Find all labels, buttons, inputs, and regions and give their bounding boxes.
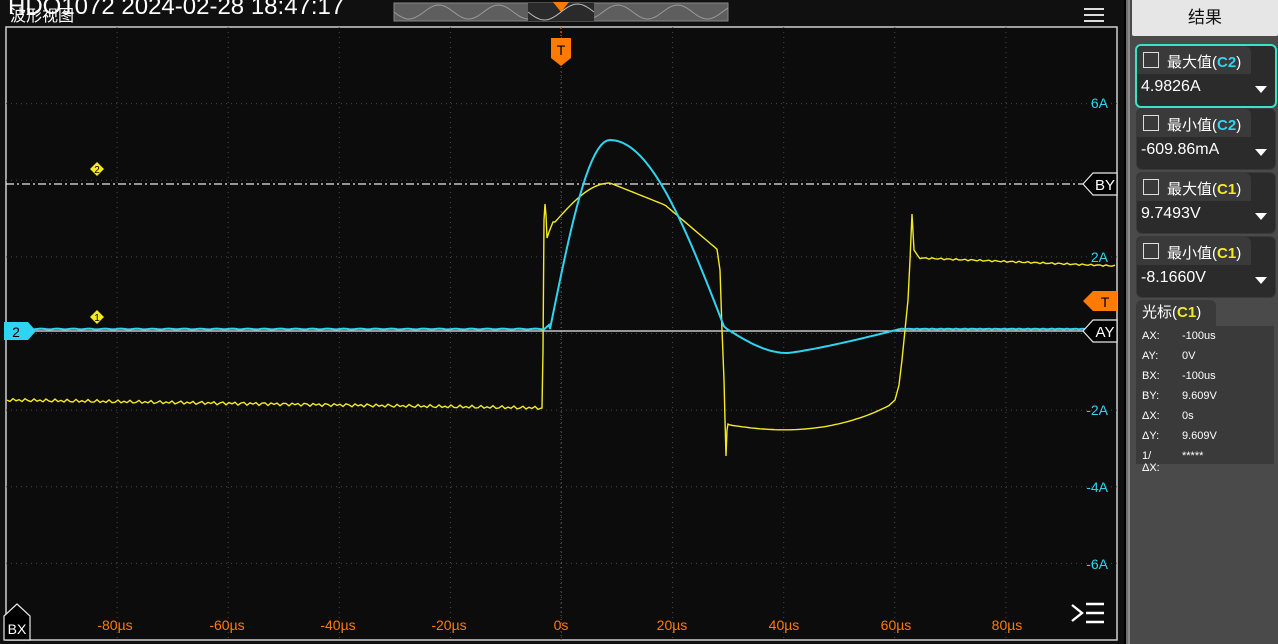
cursor-row-key: AX: — [1142, 330, 1160, 342]
svg-text:AY: AY — [1096, 324, 1115, 341]
measurement-name: 最小值(C2) — [1167, 117, 1242, 134]
x-tick-label: 80µs — [992, 617, 1023, 633]
cursor-row-value: 0s — [1182, 410, 1194, 422]
menu-icon[interactable] — [1084, 8, 1104, 22]
chevron-down-icon[interactable] — [1255, 277, 1267, 284]
x-tick-label: 40µs — [769, 617, 800, 633]
ch2-reference-label: 2 — [94, 165, 100, 176]
cursor-row-value: 9.609V — [1182, 430, 1217, 442]
pulse-icon — [1143, 179, 1159, 195]
cursor-row-key: BY: — [1142, 390, 1160, 402]
x-tick-label: 60µs — [881, 617, 912, 633]
trigger-time-label: T — [557, 42, 566, 58]
cursor-row-value: 9.609V — [1182, 390, 1217, 402]
pulse-icon — [1143, 243, 1159, 259]
results-title: 结果 — [1132, 0, 1278, 36]
measurement-name: 最大值(C1) — [1167, 181, 1242, 198]
cursor-row-key: BX: — [1142, 370, 1160, 382]
cursor-readout[interactable]: 光标(C1) AX: -100us AY: 0V BX: -100us BY: 9.609V Δ… — [1136, 300, 1274, 474]
cursor-row-value: 0V — [1182, 350, 1196, 362]
chevron-down-icon[interactable] — [1255, 86, 1267, 93]
measurement-value: -609.86mA — [1141, 141, 1220, 158]
measurement-item[interactable]: 最大值(C2) 4.9826A — [1135, 44, 1277, 108]
y-tick-label: 2A — [1091, 249, 1109, 265]
chevron-down-icon[interactable] — [1255, 149, 1267, 156]
measurement-item[interactable]: 最小值(C1) -8.1660V — [1136, 236, 1276, 298]
x-tick-label: -40µs — [320, 617, 355, 633]
measurement-item[interactable]: 最大值(C1) 9.7493V — [1136, 172, 1276, 234]
cursor-row-key: 1/ΔX: — [1142, 450, 1160, 474]
measurement-value: 9.7493V — [1141, 205, 1201, 222]
measurement-value: -8.1660V — [1141, 269, 1206, 286]
x-tick-label: -20µs — [431, 617, 466, 633]
svg-text:T: T — [1101, 294, 1110, 310]
view-label: 波形视图 — [10, 8, 75, 25]
y-tick-label: -4A — [1086, 479, 1108, 495]
cursor-readout-title: 光标(C1) — [1136, 300, 1216, 326]
results-panel: 结果 最大值(C2) 4.9826A 最小值(C2) -609.86mA 最大值(C1)… — [1126, 0, 1278, 644]
x-tick-label: -80µs — [97, 617, 132, 633]
measurement-item[interactable]: 最小值(C2) -609.86mA — [1136, 108, 1276, 170]
x-tick-label: 20µs — [657, 617, 688, 633]
cursor-row-value: ***** — [1182, 450, 1204, 462]
y-tick-label: -2A — [1086, 402, 1108, 418]
measurement-name: 最大值(C2) — [1167, 54, 1242, 71]
ch1-reference-label: 1 — [94, 313, 100, 324]
cursor-row-key: AY: — [1142, 350, 1159, 362]
x-tick-label: 0s — [554, 617, 569, 633]
y-tick-label: 6A — [1091, 95, 1109, 111]
waveform-view[interactable]: T 2 1 2 BY T AY 6A 2A -2A -4A -6A -80µs … — [0, 0, 1124, 644]
waveform-display[interactable]: T 2 1 2 BY T AY 6A2A-2A-4A-6A -80µs -60µ… — [0, 0, 1124, 644]
cursor-row-value: -100us — [1182, 330, 1216, 342]
measurement-name: 最小值(C1) — [1167, 245, 1242, 262]
ch2-offset-label: 2 — [12, 324, 20, 340]
y-tick-label: -6A — [1086, 556, 1108, 572]
svg-text:BY: BY — [1095, 177, 1115, 194]
pulse-icon — [1143, 52, 1159, 68]
chevron-down-icon[interactable] — [1255, 213, 1267, 220]
x-axis-labels: -80µs -60µs -40µs -20µs 0s 20µs 40µs 60µs 80µs — [97, 617, 1022, 633]
x-tick-label: -60µs — [209, 617, 244, 633]
measurement-value: 4.9826A — [1141, 78, 1201, 95]
cursor-row-key: ΔX: — [1142, 410, 1160, 422]
pulse-icon — [1143, 115, 1159, 131]
svg-text:BX: BX — [8, 621, 27, 637]
cursor-row-key: ΔY: — [1142, 430, 1160, 442]
cursor-row-value: -100us — [1182, 370, 1216, 382]
